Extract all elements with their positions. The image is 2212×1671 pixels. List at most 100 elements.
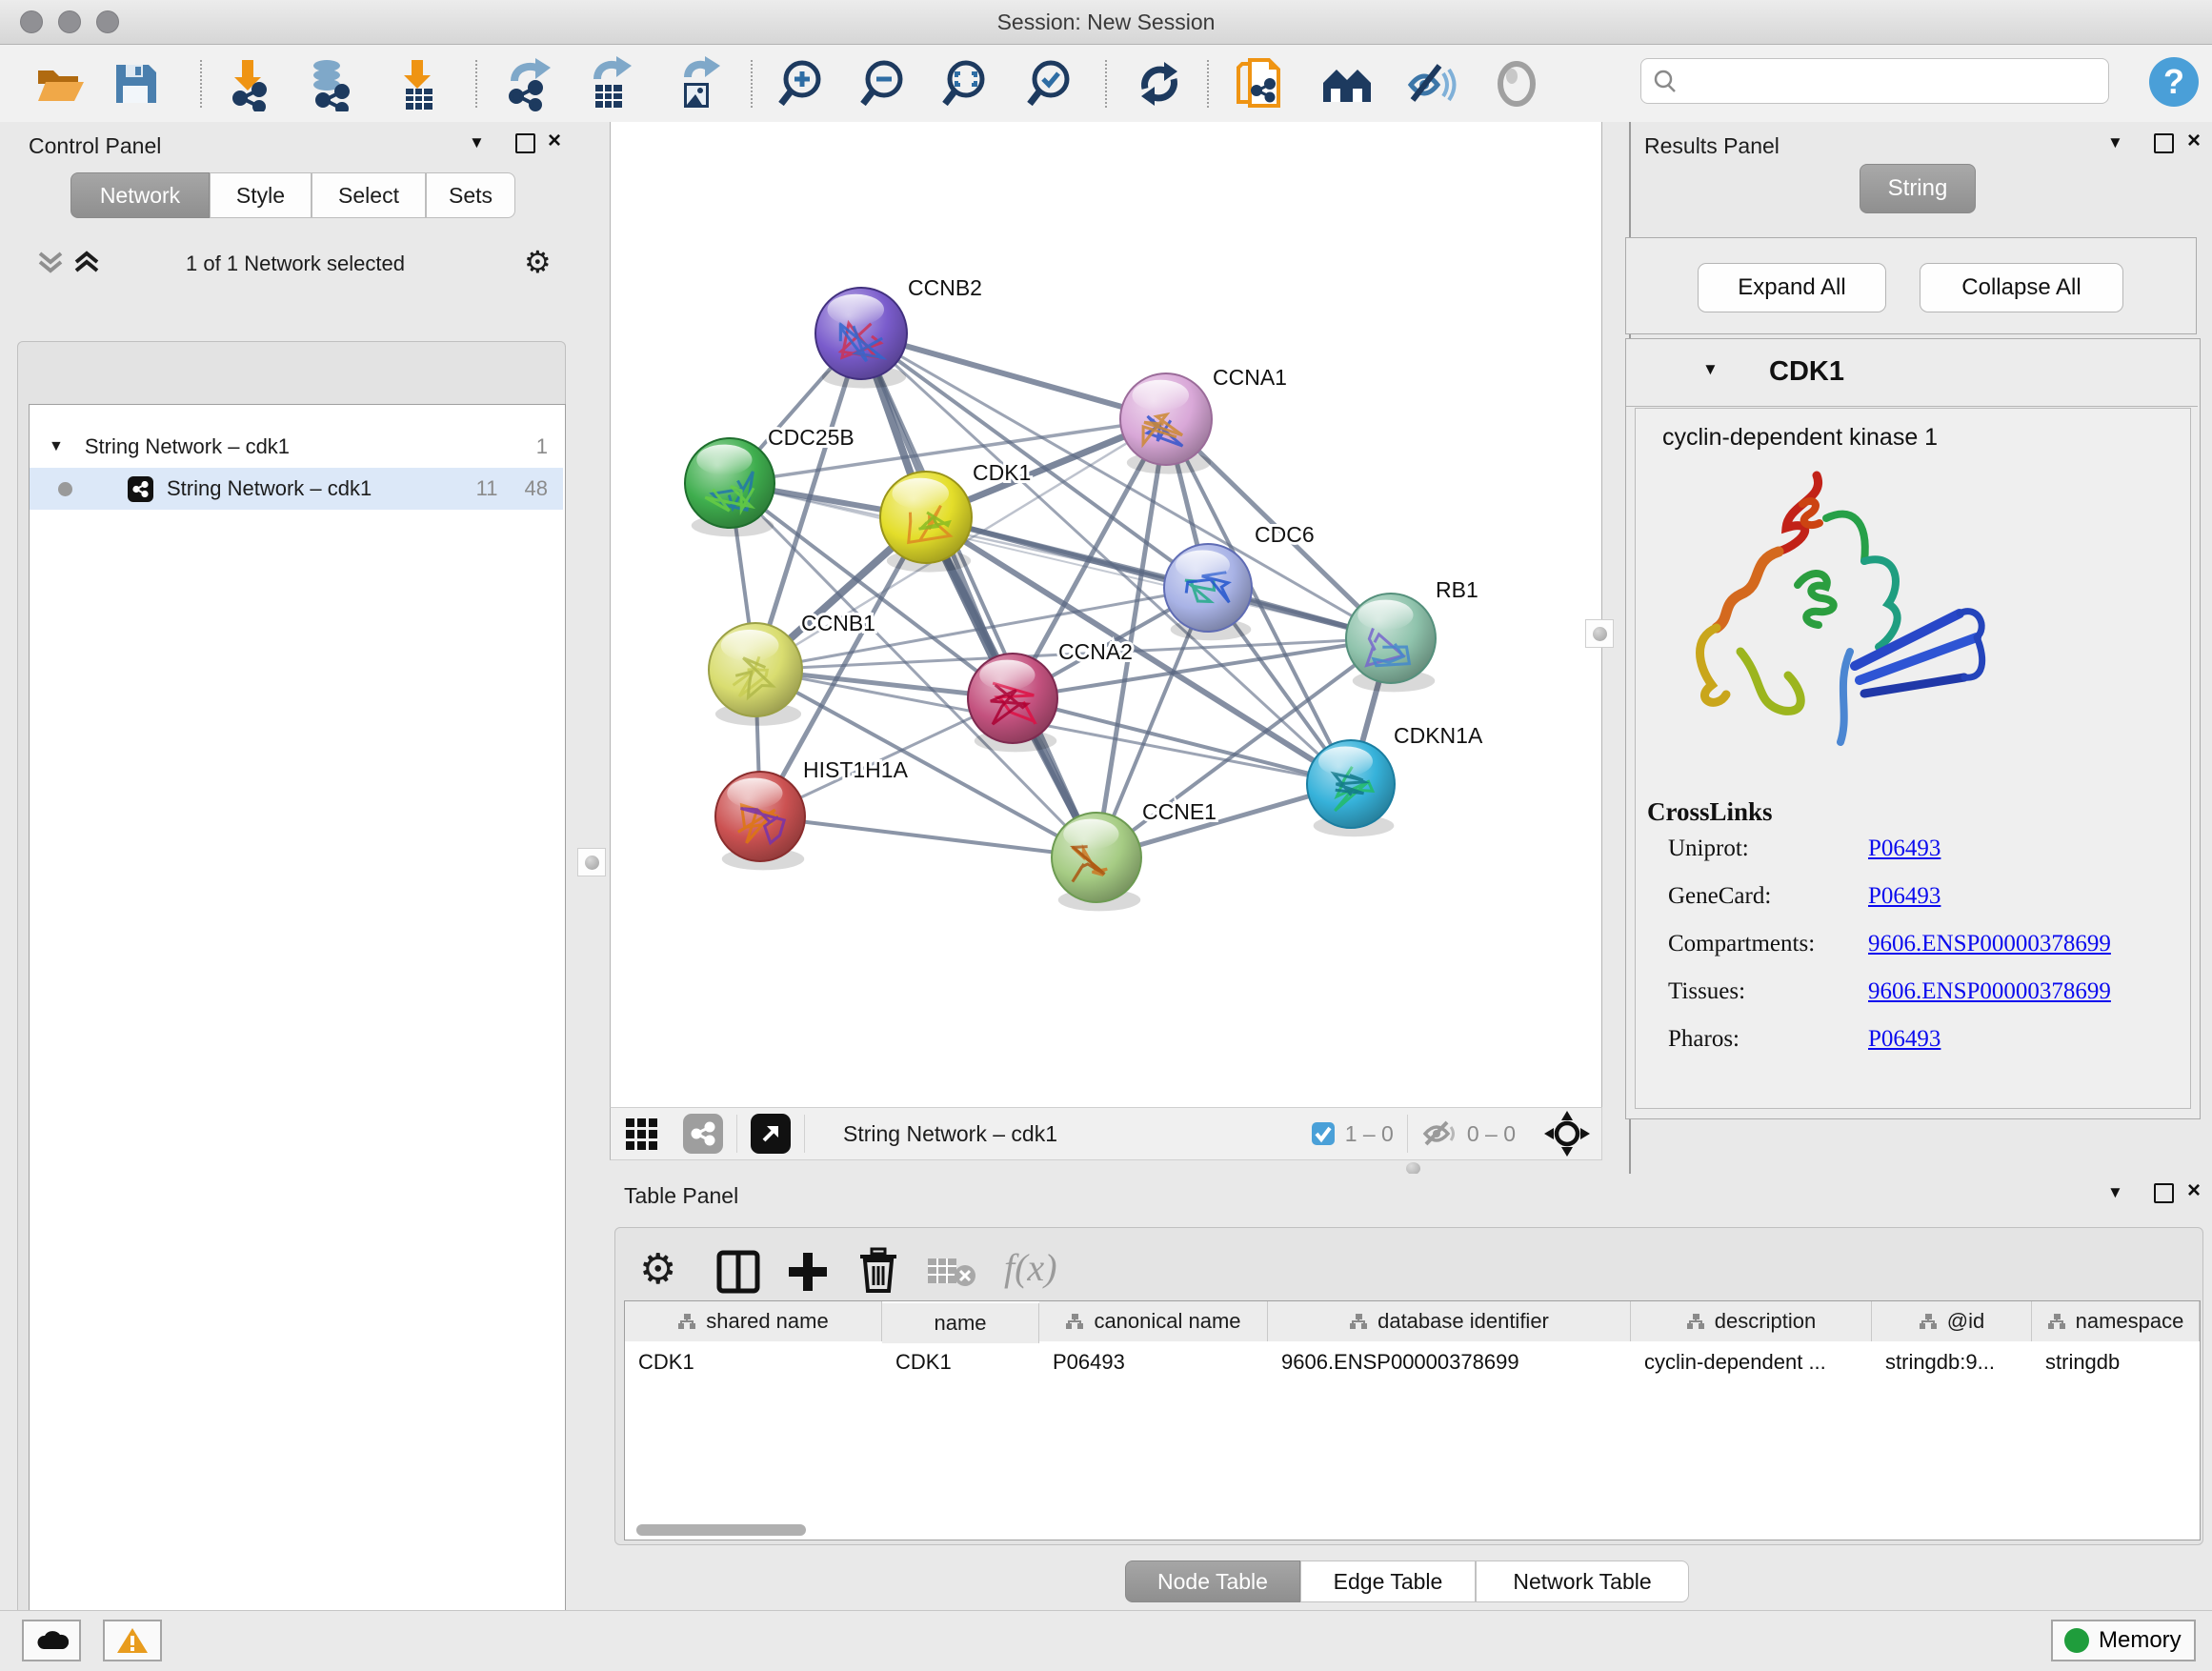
warnings-button[interactable] [103,1620,162,1661]
cloud-status-button[interactable] [22,1620,81,1661]
tab-edge-table[interactable]: Edge Table [1300,1560,1476,1602]
protein-expander-icon[interactable]: ▼ [1702,360,1719,379]
tab-node-table[interactable]: Node Table [1125,1560,1300,1602]
column-header-@id[interactable]: @id [1872,1301,2032,1341]
results-panel-collapse-icon[interactable]: ▼ [2107,133,2123,152]
hide-glass-effects-icon[interactable] [1401,56,1457,111]
tab-string[interactable]: String [1860,164,1976,213]
tab-network[interactable]: Network [70,172,210,218]
right-splitter-handle[interactable] [1585,619,1614,648]
table-panel-collapse-icon[interactable]: ▼ [2107,1183,2123,1202]
column-header-namespace[interactable]: namespace [2032,1301,2200,1341]
zoom-selected-icon[interactable] [1022,56,1077,111]
collapse-all-chevron-icon[interactable] [36,250,69,276]
table-gear-icon[interactable]: ⚙ [639,1245,676,1294]
crosslink-link[interactable]: 9606.ENSP00000378699 [1868,931,2111,957]
cell-database-identifier[interactable]: 9606.ENSP00000378699 [1268,1343,1631,1381]
network-options-gear-icon[interactable]: ⚙ [524,244,552,280]
cell-name[interactable]: CDK1 [882,1343,1039,1381]
table-panel-float-icon[interactable] [2154,1183,2174,1203]
import-network-from-database-icon[interactable] [302,56,357,111]
help-icon[interactable]: ? [2145,54,2201,110]
cell-@id[interactable]: stringdb:9... [1872,1343,2032,1381]
graph-node-CCNE1[interactable] [1052,813,1141,911]
crosslink-link[interactable]: P06493 [1868,1026,1941,1053]
selected-checkbox-icon[interactable] [1311,1121,1336,1146]
network-edge-count: 48 [525,476,548,501]
graph-node-CCNA1[interactable] [1120,373,1212,474]
graph-node-HIST1H1A[interactable] [715,772,805,870]
column-header-name[interactable]: name [882,1303,1039,1343]
graph-node-CDC6[interactable] [1164,544,1252,640]
show-glass-effects-icon[interactable] [1489,56,1544,111]
graph-edge-HIST1H1A-CCNE1[interactable] [760,816,1096,857]
tab-network-table[interactable]: Network Table [1476,1560,1689,1602]
control-panel-collapse-icon[interactable]: ▼ [469,133,485,152]
crosslink-link[interactable]: 9606.ENSP00000378699 [1868,978,2111,1005]
horizontal-scrollbar-thumb[interactable] [636,1524,806,1536]
table-row[interactable]: CDK1CDK1P064939606.ENSP00000378699cyclin… [625,1343,2200,1381]
tab-sets[interactable]: Sets [426,172,515,218]
crosslink-link[interactable]: P06493 [1868,836,1941,862]
column-header-database-identifier[interactable]: database identifier [1268,1301,1631,1341]
add-column-icon[interactable] [785,1249,831,1295]
column-header-description[interactable]: description [1631,1301,1872,1341]
network-row[interactable]: String Network – cdk1 11 48 [30,468,563,510]
expand-all-button[interactable]: Expand All [1698,263,1886,312]
birds-eye-view-icon[interactable] [624,1113,666,1155]
string-home-icon[interactable] [1319,56,1375,111]
graph-node-CDKN1A[interactable] [1307,740,1395,836]
control-panel-close-icon[interactable]: × [548,128,561,154]
export-network-icon[interactable] [501,56,556,111]
crosslink-link[interactable]: P06493 [1868,883,1941,910]
graph-node-CCNB1[interactable] [709,623,802,726]
memory-button[interactable]: Memory [2051,1620,2196,1661]
zoom-in-icon[interactable] [774,56,829,111]
delete-column-icon[interactable] [855,1247,901,1295]
import-network-from-file-icon[interactable] [221,56,276,111]
save-session-icon[interactable] [108,56,163,111]
cell-namespace[interactable]: stringdb [2032,1343,2200,1381]
tab-select[interactable]: Select [312,172,426,218]
column-header-canonical-name[interactable]: canonical name [1039,1301,1268,1341]
search-input[interactable] [1678,68,2091,94]
graph-node-RB1[interactable] [1346,594,1436,692]
zoom-out-icon[interactable] [855,56,911,111]
string-protocols-icon[interactable] [1235,56,1290,111]
show-columns-icon[interactable] [715,1249,761,1295]
export-table-icon[interactable] [582,56,637,111]
cell-shared-name[interactable]: CDK1 [625,1343,882,1381]
import-table-from-file-icon[interactable] [391,56,446,111]
network-view-canvas[interactable]: CCNB2CCNA1CDC25BCDK1CDC6RB1CCNB1CCNA2CDK… [610,122,1602,1107]
graph-node-CDC25B[interactable] [685,438,774,536]
open-file-icon[interactable] [31,56,87,111]
control-panel-float-icon[interactable] [515,133,535,153]
cell-canonical-name[interactable]: P06493 [1039,1343,1268,1381]
graph-node-CDK1[interactable] [880,472,972,573]
graph-node-label-CDC6: CDC6 [1255,522,1315,547]
graph-node-CCNB2[interactable] [815,288,907,389]
export-image-icon[interactable] [671,56,726,111]
graph-node-label-CCNA2: CCNA2 [1058,639,1133,664]
open-in-new-window-icon[interactable] [751,1114,791,1154]
collapse-all-button[interactable]: Collapse All [1920,263,2123,312]
search-box[interactable] [1640,58,2109,104]
graph-node-CCNA2[interactable] [968,654,1057,752]
fit-selected-crosshair-icon[interactable] [1542,1109,1592,1158]
collection-count: 1 [536,434,548,459]
refresh-view-icon[interactable] [1132,56,1187,111]
column-header-shared-name[interactable]: shared name [625,1301,882,1341]
column-header-label: database identifier [1377,1309,1549,1334]
table-panel-close-icon[interactable]: × [2187,1178,2201,1204]
column-header-label: description [1715,1309,1816,1334]
network-collection-row[interactable]: ▼ String Network – cdk1 1 [30,426,563,468]
tab-style[interactable]: Style [210,172,312,218]
left-splitter-handle[interactable] [577,848,606,876]
expand-all-chevron-icon[interactable] [72,250,105,276]
cell-description[interactable]: cyclin-dependent ... [1631,1343,1872,1381]
collection-expander-icon[interactable]: ▼ [49,438,64,455]
zoom-fit-icon[interactable] [937,56,993,111]
results-panel-float-icon[interactable] [2154,133,2174,153]
network-overview-icon[interactable] [683,1114,723,1154]
results-panel-close-icon[interactable]: × [2187,128,2201,154]
